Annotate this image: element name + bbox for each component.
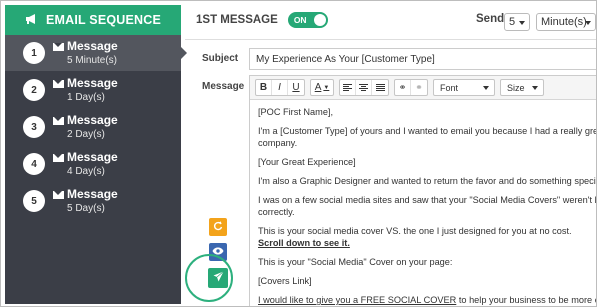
envelope-icon <box>53 191 64 199</box>
toggle-knob <box>313 14 326 26</box>
unlink-button[interactable]: ⚭ <box>411 80 427 95</box>
free-cover-link[interactable]: I would like to give you a FREE SOCIAL C… <box>258 295 456 305</box>
sequence-number: 3 <box>23 116 45 138</box>
italic-button[interactable]: I <box>272 80 288 95</box>
sequence-item-delay: 2 Day(s) <box>67 128 105 140</box>
sequence-item-title: Message <box>67 150 118 165</box>
text-color-group: A ▼ <box>310 79 334 96</box>
body-line: I was on a few social media sites and sa… <box>258 195 596 205</box>
refresh-button[interactable] <box>209 218 227 236</box>
text-style-group: B I U <box>255 79 305 96</box>
align-center-button[interactable] <box>356 80 372 95</box>
unlink-icon: ⚭ <box>415 82 423 92</box>
body-line: This is your social media cover VS. the … <box>258 226 572 236</box>
sequence-item-delay: 5 Day(s) <box>67 202 105 214</box>
alignment-group <box>339 79 389 96</box>
body-line-underlined: Scroll down to see it. <box>258 238 350 248</box>
body-line: company. <box>258 138 298 148</box>
align-left-icon <box>343 84 352 91</box>
body-line: I'm also a Graphic Designer and wanted t… <box>258 176 597 186</box>
size-dropdown-label: Size <box>507 82 525 93</box>
text-color-label: A <box>314 82 322 93</box>
chevron-down-icon <box>532 86 538 90</box>
body-line: This is your "Social Media" Cover on you… <box>258 257 453 267</box>
subject-input[interactable]: My Experience As Your [Customer Type] <box>249 48 596 70</box>
size-dropdown[interactable]: Size <box>500 79 544 96</box>
envelope-icon <box>53 154 64 162</box>
body-line: correctly. <box>258 207 295 217</box>
chevron-down-icon <box>585 21 591 25</box>
sequence-item-title: Message <box>67 113 118 128</box>
sequence-item-1[interactable]: 1 Message 5 Minute(s) <box>5 35 187 71</box>
sequence-number: 5 <box>23 190 45 212</box>
align-center-icon <box>359 84 368 91</box>
send-amount-value: 5 <box>509 16 516 28</box>
align-justify-button[interactable] <box>372 80 388 95</box>
header-divider <box>185 39 596 40</box>
sequence-item-title: Message <box>67 187 118 202</box>
active-indicator-arrow <box>181 47 187 59</box>
highlight-circle <box>185 254 233 302</box>
email-sequence-header: EMAIL SEQUENCE <box>5 5 181 35</box>
message-heading: 1ST MESSAGE <box>196 14 278 26</box>
email-sequence-sidebar: EMAIL SEQUENCE 1 Message 5 Minute(s) 2 M… <box>5 5 187 304</box>
sequence-item-5[interactable]: 5 Message 5 Day(s) <box>5 183 181 219</box>
send-unit-value: Minute(s) <box>541 16 587 28</box>
app-frame: EMAIL SEQUENCE 1 Message 5 Minute(s) 2 M… <box>0 0 597 307</box>
font-dropdown-label: Font <box>440 82 459 93</box>
sequence-item-3[interactable]: 3 Message 2 Day(s) <box>5 109 181 145</box>
underline-button[interactable]: U <box>288 80 304 95</box>
body-line: [Covers Link] <box>258 276 312 286</box>
megaphone-icon <box>25 13 38 27</box>
send-label: Send <box>476 13 505 25</box>
body-line: to help your business to be more effecti… <box>458 295 596 305</box>
sequence-item-delay: 5 Minute(s) <box>67 54 118 66</box>
align-justify-icon <box>375 84 385 91</box>
sequence-item-title: Message <box>67 76 118 91</box>
chevron-down-icon <box>519 21 525 25</box>
sequence-item-4[interactable]: 4 Message 4 Day(s) <box>5 146 181 182</box>
toggle-label: ON <box>293 15 307 25</box>
body-line: I'm a [Customer Type] of yours and I wan… <box>258 126 597 136</box>
email-sequence-title: EMAIL SEQUENCE <box>45 13 162 27</box>
message-editor[interactable]: B I U A ▼ ⚭ ⚭ Font Size [POC First Name]… <box>249 75 597 306</box>
subject-label: Subject <box>202 53 239 64</box>
sequence-item-delay: 1 Day(s) <box>67 91 105 103</box>
envelope-icon <box>53 43 64 51</box>
text-color-button[interactable]: A ▼ <box>311 80 333 95</box>
link-group: ⚭ ⚭ <box>394 79 428 96</box>
sequence-number: 4 <box>23 153 45 175</box>
align-left-button[interactable] <box>340 80 356 95</box>
link-icon: ⚭ <box>398 82 407 92</box>
message-body[interactable]: [POC First Name], I'm a [Customer Type] … <box>250 100 597 306</box>
sequence-item-2[interactable]: 2 Message 1 Day(s) <box>5 72 181 108</box>
body-line: [Your Great Experience] <box>258 157 356 167</box>
sequence-number: 2 <box>23 79 45 101</box>
editor-toolbar: B I U A ▼ ⚭ ⚭ Font Size <box>250 76 596 100</box>
refresh-icon <box>213 220 223 234</box>
envelope-icon <box>53 117 64 125</box>
chevron-down-icon: ▼ <box>323 84 330 91</box>
message-label: Message <box>202 81 245 92</box>
font-dropdown[interactable]: Font <box>433 79 495 96</box>
sequence-item-title: Message <box>67 39 118 54</box>
send-unit-select[interactable]: Minute(s) <box>536 13 596 31</box>
body-line: [POC First Name], <box>258 107 334 117</box>
sequence-item-delay: 4 Day(s) <box>67 165 105 177</box>
send-amount-select[interactable]: 5 <box>504 13 530 31</box>
message-on-toggle[interactable]: ON <box>287 12 328 28</box>
chevron-down-icon <box>483 86 489 90</box>
envelope-icon <box>53 80 64 88</box>
link-button[interactable]: ⚭ <box>395 80 411 95</box>
sequence-number: 1 <box>23 42 45 64</box>
bold-button[interactable]: B <box>256 80 272 95</box>
